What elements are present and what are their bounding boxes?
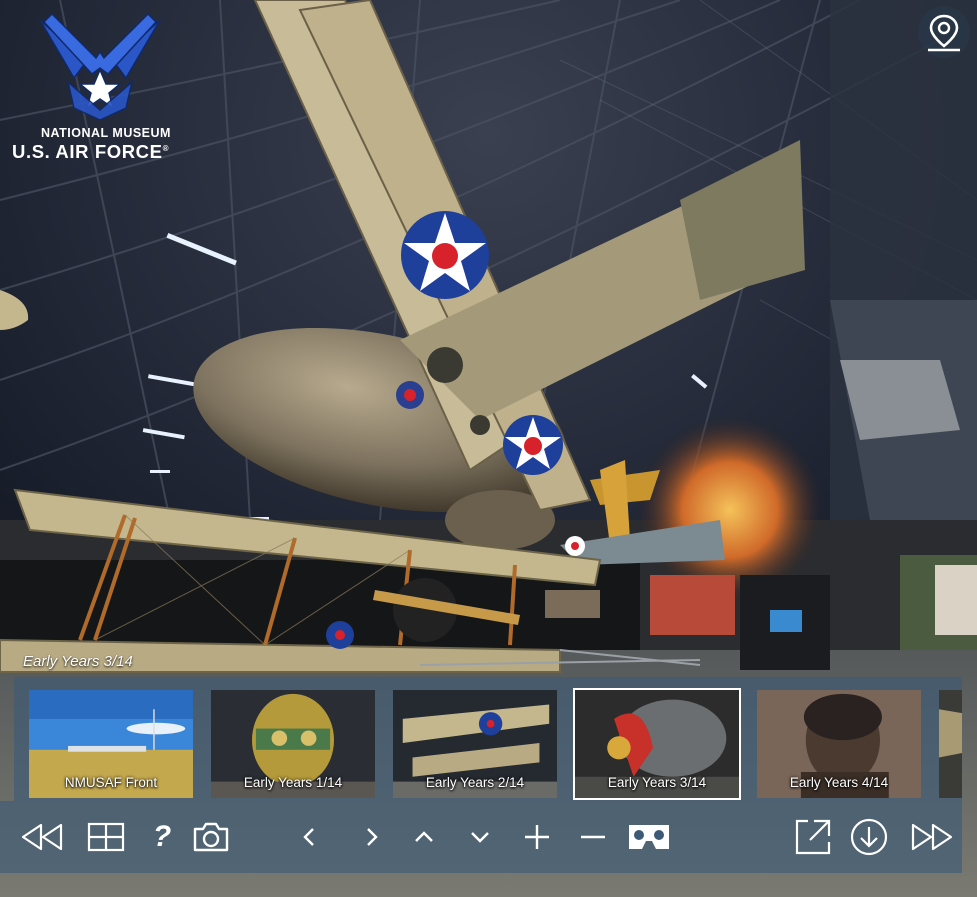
zoom-out-button[interactable] <box>565 801 621 873</box>
chevron-left-icon <box>303 828 314 846</box>
thumbnail-nmusaf-front[interactable]: NMUSAF Front <box>27 688 195 800</box>
toolbar: ? <box>0 801 962 873</box>
air-force-symbol-icon <box>39 12 161 120</box>
fullscreen-icon <box>795 819 831 855</box>
logo-line-1: NATIONAL MUSEUM <box>41 126 171 140</box>
thumbnail-image <box>939 690 962 798</box>
thumbnail-next-partial[interactable] <box>937 688 962 800</box>
current-scene-label: Early Years 3/14 <box>23 653 133 670</box>
thumbnail-early-years-1[interactable]: Early Years 1/14 <box>209 688 377 800</box>
vr-mode-button[interactable] <box>621 801 677 873</box>
fullscreen-button[interactable] <box>785 801 841 873</box>
museum-logo: NATIONAL MUSEUM U.S. AIR FORCE® <box>10 10 210 162</box>
download-button[interactable] <box>841 801 897 873</box>
pan-right-button[interactable] <box>344 801 400 873</box>
plus-icon <box>525 825 549 849</box>
rewind-button[interactable] <box>14 801 70 873</box>
thumbnail-label: Early Years 3/14 <box>607 775 707 790</box>
help-button[interactable]: ? <box>134 801 190 873</box>
vr-headset-icon <box>629 825 669 849</box>
screenshot-button[interactable] <box>183 801 239 873</box>
grid-button[interactable] <box>78 801 134 873</box>
thumbnail-early-years-4[interactable]: Early Years 4/14 <box>755 688 923 800</box>
fast-forward-icon <box>911 823 953 851</box>
rewind-icon <box>21 823 63 851</box>
thumbnail-strip[interactable]: NMUSAF Front Early Years 1/14 Early Year… <box>14 677 962 801</box>
thumbnail-label: Early Years 4/14 <box>789 775 889 790</box>
panorama-viewer[interactable]: NATIONAL MUSEUM U.S. AIR FORCE® Early Ye… <box>0 0 977 897</box>
thumbnail-early-years-3[interactable]: Early Years 3/14 <box>573 688 741 800</box>
thumbnail-label: Early Years 2/14 <box>425 775 525 790</box>
pan-up-button[interactable] <box>396 801 452 873</box>
chevron-down-icon <box>471 832 489 843</box>
map-button[interactable] <box>918 6 970 58</box>
help-icon: ? <box>152 820 172 853</box>
thumbnail-label: NMUSAF Front <box>64 775 158 790</box>
zoom-in-button[interactable] <box>509 801 565 873</box>
thumbnail-label: Early Years 1/14 <box>243 775 343 790</box>
logo-line-2: U.S. AIR FORCE® <box>12 141 170 162</box>
chevron-up-icon <box>415 831 433 842</box>
fast-forward-button[interactable] <box>904 801 960 873</box>
thumbnail-early-years-2[interactable]: Early Years 2/14 <box>391 688 559 800</box>
pan-down-button[interactable] <box>452 801 508 873</box>
download-icon <box>850 818 888 856</box>
camera-icon <box>193 822 229 852</box>
chevron-right-icon <box>367 828 378 846</box>
location-pin-icon <box>928 14 960 52</box>
minus-icon <box>581 835 605 839</box>
pan-left-button[interactable] <box>281 801 337 873</box>
grid-icon <box>87 822 125 852</box>
